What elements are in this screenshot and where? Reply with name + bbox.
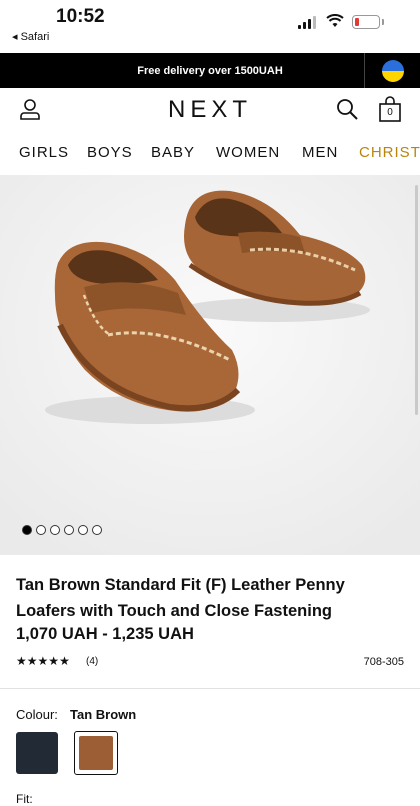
- nav-item-baby[interactable]: BABY: [151, 144, 195, 161]
- divider: [0, 688, 420, 689]
- status-bar: 10:52 ◂ Safari: [0, 0, 420, 52]
- review-count[interactable]: (4): [86, 656, 98, 667]
- nav-item-christmas[interactable]: CHRISTM: [359, 144, 420, 161]
- star-icon: ★: [59, 654, 70, 668]
- product-price: 1,070 UAH - 1,235 UAH: [16, 625, 194, 643]
- gallery-dot[interactable]: [78, 525, 88, 535]
- nav-item-women[interactable]: WOMEN: [216, 144, 280, 161]
- colour-label: Colour:: [16, 707, 58, 722]
- gallery-dot[interactable]: [22, 525, 32, 535]
- category-nav: GIRLS BOYS BABY WOMEN MEN CHRISTM: [0, 138, 420, 168]
- nav-item-boys[interactable]: BOYS: [87, 144, 133, 161]
- nav-item-girls[interactable]: GIRLS: [19, 144, 69, 161]
- promo-text: Free delivery over 1500UAH: [137, 64, 283, 77]
- country-selector[interactable]: [364, 53, 420, 88]
- swatch-tan-brown[interactable]: [74, 731, 118, 775]
- site-header: NEXT 0: [0, 88, 420, 132]
- rating-stars[interactable]: ★★★★★: [16, 654, 70, 668]
- swatch-navy[interactable]: [16, 732, 58, 774]
- back-to-safari[interactable]: ◂ Safari: [12, 30, 49, 43]
- item-code: 708-305: [363, 656, 404, 668]
- star-icon: ★: [48, 654, 60, 668]
- gallery-dot[interactable]: [36, 525, 46, 535]
- product-image-gallery[interactable]: [0, 175, 420, 555]
- fit-label: Fit:: [16, 792, 33, 806]
- star-icon: ★: [37, 654, 49, 668]
- promo-banner[interactable]: Free delivery over 1500UAH: [0, 53, 420, 88]
- product-image: [0, 175, 420, 555]
- ukraine-flag-icon: [381, 59, 404, 82]
- shopping-bag-button[interactable]: 0: [378, 96, 402, 122]
- star-icon: ★: [16, 654, 27, 668]
- gallery-dot[interactable]: [50, 525, 60, 535]
- signal-icon: [298, 16, 318, 29]
- star-icon: ★: [26, 654, 38, 668]
- bag-count: 0: [387, 107, 393, 118]
- gallery-pagination: [22, 525, 102, 535]
- status-time: 10:52: [56, 6, 105, 27]
- battery-icon: [352, 15, 384, 29]
- search-icon[interactable]: [336, 98, 358, 120]
- colour-selected: Tan Brown: [70, 707, 137, 722]
- image-scrollbar[interactable]: [415, 185, 418, 415]
- gallery-dot[interactable]: [64, 525, 74, 535]
- wifi-icon: [326, 14, 344, 32]
- nav-item-men[interactable]: MEN: [302, 144, 338, 161]
- gallery-dot[interactable]: [92, 525, 102, 535]
- product-title: Tan Brown Standard Fit (F) Leather Penny…: [16, 576, 345, 620]
